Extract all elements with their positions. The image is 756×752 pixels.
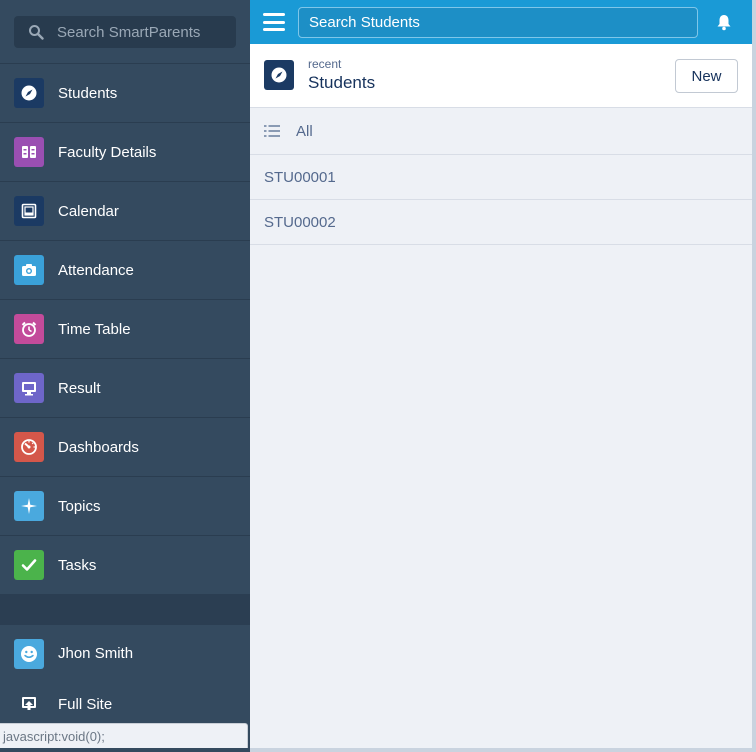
- sidebar-item-label: Students: [58, 84, 118, 102]
- smiley-icon: [14, 638, 44, 669]
- sidebar-item-label: Attendance: [58, 261, 134, 279]
- sidebar: Search SmartParents Students Faculty Det…: [0, 0, 250, 752]
- alarm-clock-icon: [14, 314, 44, 344]
- camera-icon: [14, 255, 44, 285]
- sparkle-icon: [14, 491, 44, 521]
- search-students-input[interactable]: Search Students: [298, 6, 698, 38]
- sidebar-item-label: Dashboards: [58, 438, 139, 456]
- filter-label: All: [296, 122, 313, 140]
- main-panel: Search Students recent Students New All …: [250, 0, 752, 748]
- checkmark-icon: [14, 550, 44, 580]
- menu-icon-line: [263, 20, 285, 24]
- sidebar-item-label: Tasks: [58, 556, 97, 574]
- bell-icon[interactable]: [715, 13, 733, 31]
- sidebar-item-user[interactable]: Jhon Smith: [0, 625, 250, 682]
- sidebar-item-tasks[interactable]: Tasks: [0, 536, 250, 595]
- page-header: recent Students New: [250, 44, 752, 108]
- record-list: STU00001 STU00002: [250, 155, 752, 245]
- sidebar-item-label: Topics: [58, 497, 101, 515]
- search-students-placeholder: Search Students: [309, 13, 420, 31]
- window-frame: [250, 748, 756, 752]
- sidebar-item-time-table[interactable]: Time Table: [0, 300, 250, 359]
- sidebar-item-faculty-details[interactable]: Faculty Details: [0, 123, 250, 182]
- sidebar-item-label: Result: [58, 379, 101, 397]
- sidebar-item-dashboards[interactable]: Dashboards: [0, 418, 250, 477]
- user-name: Jhon Smith: [58, 645, 134, 662]
- sidebar-item-label: Faculty Details: [58, 143, 157, 161]
- sidebar-section-gap: [0, 594, 250, 625]
- search-icon: [26, 22, 46, 42]
- sidebar-item-full-site[interactable]: Full Site: [0, 682, 250, 726]
- window-frame: [752, 0, 756, 752]
- sidebar-item-label: Time Table: [58, 320, 131, 338]
- menu-icon[interactable]: [263, 13, 285, 31]
- new-button[interactable]: New: [675, 59, 738, 93]
- page-title: Students: [308, 73, 376, 92]
- full-site-label: Full Site: [58, 695, 113, 713]
- top-bar: Search Students: [250, 0, 752, 44]
- sidebar-item-result[interactable]: Result: [0, 359, 250, 418]
- sidebar-item-calendar[interactable]: Calendar: [0, 182, 250, 241]
- browser-status-bar: javascript:void(0);: [0, 723, 248, 748]
- page-subtitle: recent: [308, 57, 342, 71]
- menu-icon-line: [263, 28, 285, 31]
- calendar-icon: [14, 196, 44, 226]
- monitor-icon: [14, 373, 44, 403]
- sidebar-item-topics[interactable]: Topics: [0, 477, 250, 536]
- list-icon: [264, 124, 280, 138]
- list-item[interactable]: STU00002: [250, 200, 752, 245]
- sidebar-item-students[interactable]: Students: [0, 64, 250, 123]
- sidebar-item-label: Calendar: [58, 202, 119, 220]
- sidebar-item-attendance[interactable]: Attendance: [0, 241, 250, 300]
- full-site-icon: [14, 689, 44, 719]
- gauge-icon: [14, 432, 44, 462]
- menu-icon-line: [263, 13, 285, 16]
- books-icon: [14, 137, 44, 167]
- sidebar-menu: Students Faculty Details Calendar Attend…: [0, 64, 250, 595]
- compass-icon: [14, 78, 44, 108]
- list-view-filter[interactable]: All: [250, 108, 752, 155]
- compass-icon: [264, 60, 294, 90]
- list-item[interactable]: STU00001: [250, 155, 752, 200]
- sidebar-search-placeholder: Search SmartParents: [57, 23, 201, 41]
- sidebar-search-input[interactable]: Search SmartParents: [14, 16, 236, 48]
